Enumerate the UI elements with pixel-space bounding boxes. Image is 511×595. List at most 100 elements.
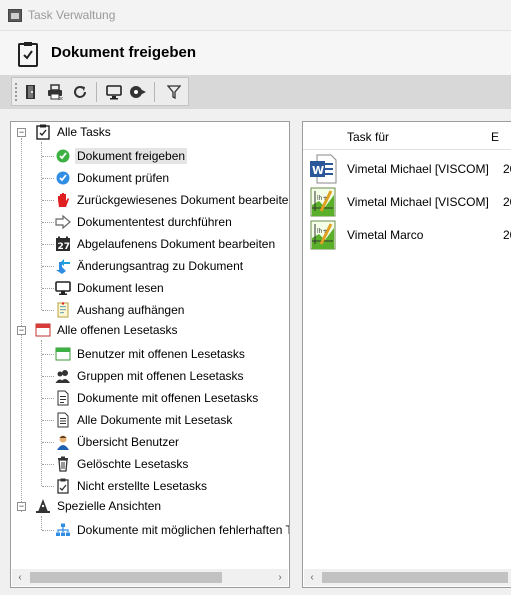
- tree-item-abgelaufen[interactable]: 27 Abgelaufenens Dokument bearbeiten: [55, 234, 277, 254]
- org-chart-icon: [55, 522, 71, 538]
- grid-horizontal-scrollbar[interactable]: ‹: [304, 569, 511, 586]
- filter-icon[interactable]: [163, 81, 185, 103]
- tree-group-spezielle-ansichten[interactable]: Spezielle Ansichten: [35, 496, 163, 516]
- tree-item-label: Dokumente mit möglichen fehlerhaften T: [77, 523, 290, 537]
- toolbar-separator: [154, 82, 155, 102]
- tree-item-label: Nicht erstellte Lesetasks: [77, 479, 208, 493]
- task-grid-panel: Task für E W Vimetal Michael [VISCOM] 20…: [302, 121, 511, 588]
- check-blue-icon: [55, 170, 71, 186]
- window-titlebar: Task Verwaltung: [0, 0, 511, 31]
- toolbar: pdf: [11, 77, 189, 106]
- tree-item-dokumententest[interactable]: Dokumententest durchführen: [55, 212, 234, 232]
- scroll-left-icon[interactable]: ‹: [305, 570, 319, 585]
- tree-expander[interactable]: −: [17, 502, 26, 511]
- forward-icon[interactable]: [127, 81, 149, 103]
- tree-item-label: Übersicht Benutzer: [77, 435, 180, 449]
- notice-icon: [55, 302, 71, 318]
- door-icon[interactable]: [20, 81, 42, 103]
- tree-item-label: Änderungsantrag zu Dokument: [77, 259, 244, 273]
- clipboard-check-icon: [35, 124, 51, 140]
- tree-group-label: Alle Tasks: [57, 125, 111, 139]
- tree-connector: [42, 354, 54, 355]
- scroll-right-icon[interactable]: ›: [273, 570, 287, 585]
- tree-item-uebersicht-benutzer[interactable]: Übersicht Benutzer: [55, 432, 181, 452]
- calendar-27-icon: 27: [55, 236, 71, 252]
- tree-connector: [42, 530, 54, 531]
- toolbar-grip[interactable]: [15, 83, 17, 101]
- clipboard-check-icon: [18, 42, 38, 67]
- tree-item-label: Benutzer mit offenen Lesetasks: [77, 347, 245, 361]
- toolbar-separator: [96, 82, 97, 102]
- tree-item-gruppen-offen[interactable]: Gruppen mit offenen Lesetasks: [55, 366, 246, 386]
- page-title: Dokument freigeben: [51, 44, 197, 61]
- tree-connector: [42, 442, 54, 443]
- table-row[interactable]: lh+ Vimetal Marco 20: [303, 218, 511, 252]
- tree-connector: [42, 222, 54, 223]
- tree-item-label: Gruppen mit offenen Lesetasks: [77, 369, 244, 383]
- tree-item-aushang[interactable]: Aushang aufhängen: [55, 300, 186, 320]
- tree-item-dokument-lesen[interactable]: Dokument lesen: [55, 278, 166, 298]
- svg-text:lh+: lh+: [317, 228, 328, 235]
- table-row[interactable]: W Vimetal Michael [VISCOM] 20: [303, 152, 511, 186]
- red-calendar-icon: [35, 322, 51, 338]
- tree-group-alle-offenen-lesetasks[interactable]: Alle offenen Lesetasks: [35, 320, 180, 340]
- tree-expander[interactable]: −: [17, 326, 26, 335]
- tree-item-label: Alle Dokumente mit Lesetask: [77, 413, 233, 427]
- tree-item-label: Zurückgewiesenes Dokument bearbeiten: [77, 193, 290, 207]
- tree-group-alle-tasks[interactable]: Alle Tasks: [35, 122, 113, 142]
- tree-item-label: Dokumente mit offenen Lesetasks: [77, 391, 259, 405]
- chart-doc-icon: lh+: [310, 187, 336, 217]
- task-e-cell: 20: [503, 195, 511, 209]
- tree-item-label: Gelöschte Lesetasks: [77, 457, 189, 471]
- scrollbar-thumb[interactable]: [30, 572, 222, 583]
- scrollbar-thumb[interactable]: [322, 572, 508, 583]
- tree-expander[interactable]: −: [17, 128, 26, 137]
- tree-connector: [42, 178, 54, 179]
- tree-horizontal-scrollbar[interactable]: ‹ ›: [12, 569, 288, 586]
- tree-item-label: Dokumententest durchführen: [77, 215, 232, 229]
- change-arrows-icon: [55, 258, 71, 274]
- tree-connector: [42, 288, 54, 289]
- scroll-left-icon[interactable]: ‹: [13, 570, 27, 585]
- task-tree-panel: − Alle Tasks Dokument freigeben Dokument…: [10, 121, 290, 588]
- column-header-e[interactable]: E: [491, 130, 499, 144]
- clipboard-icon: [55, 478, 71, 494]
- tree-item-label: Dokument prüfen: [77, 171, 170, 185]
- table-row[interactable]: lh+ Vimetal Michael [VISCOM] 20: [303, 185, 511, 219]
- tree-connector: [41, 516, 42, 530]
- monitor-icon[interactable]: [103, 81, 125, 103]
- red-hand-icon: [55, 192, 71, 208]
- tree-connector: [42, 310, 54, 311]
- tree-item-fehlerhafte[interactable]: Dokumente mit möglichen fehlerhaften T: [55, 520, 290, 540]
- tree-item-benutzer-offen[interactable]: Benutzer mit offenen Lesetasks: [55, 344, 247, 364]
- tree-item-aenderungsantrag[interactable]: Änderungsantrag zu Dokument: [55, 256, 245, 276]
- tree-item-nicht-erstellt[interactable]: Nicht erstellte Lesetasks: [55, 476, 209, 496]
- arrow-right-outline-icon: [55, 214, 71, 230]
- tree-connector: [42, 464, 54, 465]
- tree-connector: [42, 244, 54, 245]
- app-icon: [8, 9, 22, 22]
- tree-item-zurueckgewiesen[interactable]: Zurückgewiesenes Dokument bearbeiten: [55, 190, 290, 210]
- user-icon: [55, 434, 71, 450]
- svg-text:W: W: [312, 164, 324, 177]
- chart-doc-icon: lh+: [310, 220, 336, 250]
- check-green-icon: [55, 148, 71, 164]
- tree-connector: [42, 200, 54, 201]
- task-user-cell: Vimetal Michael [VISCOM]: [347, 195, 489, 209]
- tree-group-label: Alle offenen Lesetasks: [57, 323, 178, 337]
- tree-item-dokumente-offen[interactable]: Dokumente mit offenen Lesetasks: [55, 388, 260, 408]
- tree-item-dokument-pruefen[interactable]: Dokument prüfen: [55, 168, 171, 188]
- tree-item-geloeschte[interactable]: Gelöschte Lesetasks: [55, 454, 190, 474]
- tree-connector: [42, 156, 54, 157]
- page-header: Dokument freigeben: [0, 31, 511, 75]
- task-e-cell: 20: [503, 228, 511, 242]
- refresh-icon[interactable]: [69, 81, 91, 103]
- print-icon[interactable]: pdf: [44, 81, 66, 103]
- tree-item-label: Dokument freigeben: [75, 148, 188, 164]
- window-title: Task Verwaltung: [28, 8, 116, 22]
- column-header-task-fuer[interactable]: Task für: [347, 130, 389, 144]
- tree-group-label: Spezielle Ansichten: [57, 499, 162, 513]
- svg-text:27: 27: [58, 242, 71, 252]
- tree-item-alle-dokumente[interactable]: Alle Dokumente mit Lesetask: [55, 410, 234, 430]
- tree-item-dokument-freigeben[interactable]: Dokument freigeben: [55, 146, 188, 166]
